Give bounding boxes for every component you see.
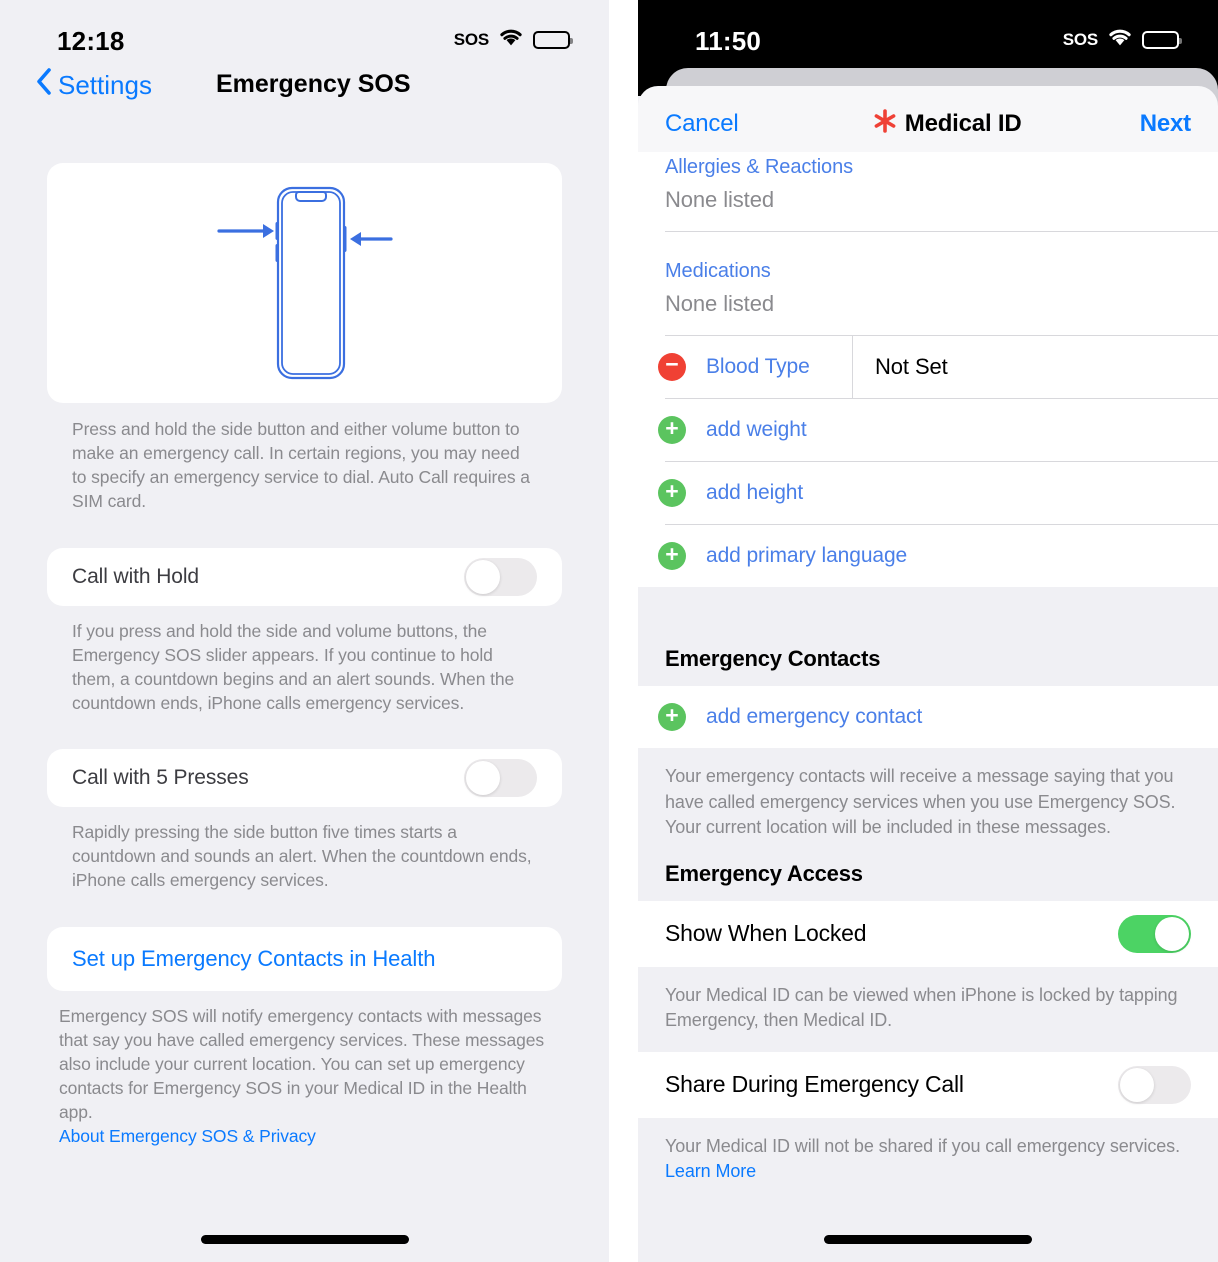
share-during-emergency-call-label: Share During Emergency Call (665, 1071, 964, 1098)
health-footnote: Emergency SOS will notify emergency cont… (59, 1005, 544, 1123)
illustration-footnote: Press and hold the side button and eithe… (72, 419, 530, 512)
plus-circle-icon[interactable]: + (658, 479, 686, 507)
medical-id-form-scroll[interactable]: Allergies & Reactions None listed Medica… (638, 152, 1218, 1262)
scroll-tail-spacer (638, 1190, 1218, 1262)
show-when-locked-toggle[interactable] (1118, 914, 1191, 953)
add-weight-label: add weight (706, 418, 807, 441)
medical-id-sheet-nav: Cancel Medical ID Next (638, 86, 1218, 162)
plus-circle-icon[interactable]: + (658, 416, 686, 444)
add-height-row[interactable]: + add height (638, 462, 1218, 524)
cancel-button[interactable]: Cancel (665, 110, 739, 138)
medical-asterisk-icon (871, 107, 899, 142)
sheet-title: Medical ID (871, 107, 1022, 142)
allergies-label: Allergies & Reactions (665, 156, 853, 178)
add-weight-icon-cell: + (638, 416, 706, 444)
call-with-hold-toggle[interactable] (464, 557, 537, 596)
share-during-emergency-call-row[interactable]: Share During Emergency Call (638, 1051, 1218, 1118)
health-footnote-block: Emergency SOS will notify emergency cont… (47, 991, 562, 1149)
home-indicator (824, 1235, 1032, 1244)
add-height-icon-cell: + (638, 479, 706, 507)
add-emergency-contact-row[interactable]: + add emergency contact (638, 686, 1218, 748)
show-when-locked-row[interactable]: Show When Locked (638, 900, 1218, 967)
call-with-hold-label: Call with Hold (72, 564, 199, 588)
section-spacer (638, 587, 1218, 631)
learn-more-link[interactable]: Learn More (665, 1159, 1191, 1185)
sheet-title-label: Medical ID (904, 110, 1022, 137)
illustration-card (47, 163, 562, 403)
left-status-bar: 12:18 SOS (0, 0, 609, 68)
wifi-icon (498, 28, 524, 52)
show-when-locked-footnote: Your Medical ID can be viewed when iPhon… (638, 966, 1218, 1052)
show-when-locked-label: Show When Locked (665, 920, 867, 947)
status-bar-indicators: SOS (453, 28, 573, 52)
battery-icon (1142, 31, 1182, 49)
left-content: Press and hold the side button and eithe… (0, 163, 609, 1148)
add-height-label: add height (706, 481, 804, 504)
medications-label: Medications (665, 260, 771, 282)
plus-circle-icon[interactable]: + (658, 703, 686, 731)
emergency-access-heading: Emergency Access (638, 858, 1218, 901)
emergency-contacts-footnote: Your emergency contacts will receive a m… (638, 748, 1218, 859)
plus-circle-icon[interactable]: + (658, 542, 686, 570)
share-during-emergency-call-footnote: Your Medical ID will not be shared if yo… (665, 1135, 1180, 1156)
page-title: Emergency SOS (216, 70, 411, 98)
add-primary-language-label: add primary language (706, 544, 908, 567)
add-primary-language-icon-cell: + (638, 542, 706, 570)
add-emergency-contact-label: add emergency contact (706, 705, 923, 728)
status-bar-time: 11:50 (695, 26, 762, 56)
blood-type-value: Not Set (875, 354, 948, 379)
share-during-emergency-call-footnote-block: Your Medical ID will not be shared if yo… (638, 1117, 1218, 1191)
emergency-contacts-heading: Emergency Contacts (638, 631, 1218, 686)
blood-type-icon-cell: − (638, 352, 706, 381)
call-with-5-presses-label: Call with 5 Presses (72, 766, 249, 790)
sos-indicator-label: SOS (1062, 30, 1099, 49)
blood-type-row[interactable]: − Blood Type Not Set (638, 336, 1218, 398)
medications-field[interactable]: Medications None listed (638, 232, 1218, 335)
back-to-settings-button[interactable]: Settings (36, 68, 152, 102)
left-phone-screen: 12:18 SOS Settings Emergency SOS Press a… (0, 0, 609, 1262)
status-bar-indicators: SOS (1062, 28, 1182, 52)
minus-circle-icon[interactable]: − (658, 352, 686, 381)
add-weight-row[interactable]: + add weight (638, 399, 1218, 461)
screenshot-canvas: 12:18 SOS Settings Emergency SOS Press a… (0, 0, 1218, 1262)
call-with-hold-footnote: If you press and hold the side and volum… (72, 620, 515, 713)
call-with-5-presses-footnote: Rapidly pressing the side button five ti… (72, 822, 532, 891)
allergies-value: None listed (665, 187, 774, 212)
next-button[interactable]: Next (1140, 110, 1191, 138)
status-bar-time: 12:18 (57, 26, 125, 56)
back-button-label: Settings (58, 69, 152, 100)
set-up-emergency-contacts-label: Set up Emergency Contacts in Health (72, 945, 436, 971)
call-with-5-presses-toggle[interactable] (464, 759, 537, 798)
about-emergency-sos-privacy-link[interactable]: About Emergency SOS & Privacy (59, 1124, 550, 1148)
chevron-left-icon (36, 68, 51, 102)
call-with-5-presses-row[interactable]: Call with 5 Presses (47, 749, 562, 808)
right-phone-screen: 11:50 SOS Cancel Medical ID Next Allergi… (638, 0, 1218, 1262)
call-with-hold-row[interactable]: Call with Hold (47, 547, 562, 606)
share-during-emergency-call-toggle[interactable] (1118, 1065, 1191, 1104)
left-nav-bar: Settings Emergency SOS (0, 68, 609, 130)
medications-value: None listed (665, 291, 774, 316)
iphone-side-buttons-illustration (195, 178, 415, 388)
blood-type-label: Blood Type (706, 355, 810, 378)
allergies-field[interactable]: Allergies & Reactions None listed (638, 152, 1218, 231)
right-status-bar: 11:50 SOS (638, 0, 1218, 68)
add-emergency-contact-icon-cell: + (638, 703, 706, 731)
home-indicator (200, 1235, 409, 1244)
battery-icon (533, 31, 573, 49)
sos-indicator-label: SOS (453, 30, 490, 49)
set-up-emergency-contacts-button[interactable]: Set up Emergency Contacts in Health (47, 926, 562, 991)
add-primary-language-row[interactable]: + add primary language (638, 525, 1218, 587)
wifi-icon (1107, 28, 1133, 52)
